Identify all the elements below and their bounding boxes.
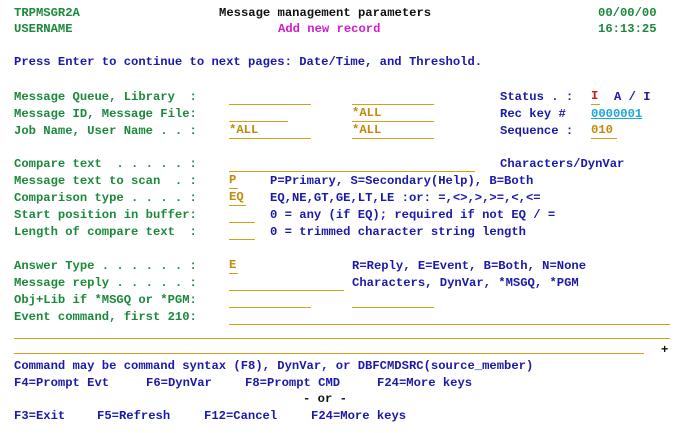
compare-input[interactable] — [229, 156, 475, 172]
msgfile-input[interactable]: *ALL — [352, 106, 434, 122]
comptype-label: Comparison type . . . . : — [14, 191, 197, 205]
status-label: Status . : — [500, 90, 574, 104]
f6-key[interactable]: F6=DynVar — [146, 375, 212, 392]
date-display: 00/00/00 — [598, 6, 657, 20]
command-note: Command may be command syntax (F8), DynV… — [14, 359, 534, 373]
event-command-continuation[interactable] — [14, 338, 670, 339]
length-hint: 0 = trimmed character string length — [270, 225, 526, 239]
startpos-label: Start position in buffer: — [14, 208, 197, 222]
job-input[interactable]: *ALL — [229, 123, 311, 139]
f24-key-2[interactable]: F24=More keys — [311, 408, 406, 425]
scan-label: Message text to scan . : — [14, 174, 197, 188]
comptype-input[interactable]: EQ — [229, 190, 246, 206]
comptype-hint: EQ,NE,GT,GE,LT,LE :or: =,<>,>,>=,<,<= — [270, 191, 541, 205]
event-command-input[interactable] — [229, 309, 670, 325]
compare-hint: Characters/DynVar — [500, 157, 625, 171]
msgid-label: Message ID, Message File: — [14, 107, 197, 121]
f3-key[interactable]: F3=Exit — [14, 408, 65, 425]
library-input[interactable] — [352, 292, 434, 308]
scan-input[interactable]: P — [229, 173, 238, 189]
f24-key[interactable]: F24=More keys — [377, 375, 472, 392]
status-input[interactable]: I — [591, 89, 600, 105]
status-hint: A / I — [614, 90, 651, 104]
msgid-input[interactable] — [229, 106, 288, 122]
f4-key[interactable]: F4=Prompt Evt — [14, 375, 109, 392]
event-label: Event command, first 210: — [14, 310, 197, 324]
program-name: TRPMSGR2A — [14, 6, 80, 20]
event-command-continuation-2[interactable] — [14, 353, 644, 354]
reply-input[interactable] — [229, 275, 344, 291]
f8-key[interactable]: F8=Prompt CMD — [245, 375, 340, 392]
job-label: Job Name, User Name . . : — [14, 124, 197, 138]
reckey-label: Rec key # — [500, 107, 566, 121]
msgq-label: Message Queue, Library : — [14, 90, 197, 104]
msgq-input[interactable] — [229, 89, 311, 105]
reply-label: Message reply . . . . . : — [14, 276, 197, 290]
time-display: 16:13:25 — [598, 22, 657, 36]
answer-label: Answer Type . . . . . . : — [14, 259, 197, 273]
sequence-input[interactable]: 010 — [591, 123, 617, 139]
screen-subtitle: Add new record — [278, 22, 381, 36]
answer-hint: R=Reply, E=Event, B=Both, N=None — [352, 259, 587, 273]
more-indicator: + — [661, 343, 669, 357]
or-separator: - or - — [303, 392, 347, 406]
sequence-label: Sequence : — [500, 124, 574, 138]
objlib-label: Obj+Lib if *MSGQ or *PGM: — [14, 293, 197, 307]
scan-hint: P=Primary, S=Secondary(Help), B=Both — [270, 174, 534, 188]
startpos-input[interactable] — [229, 207, 255, 223]
screen-title: Message management parameters — [219, 6, 432, 20]
instructions: Press Enter to continue to next pages: D… — [14, 55, 483, 69]
reply-hint: Characters, DynVar, *MSGQ, *PGM — [352, 276, 579, 290]
object-input[interactable] — [229, 292, 311, 308]
user-input[interactable]: *ALL — [352, 123, 434, 139]
length-input[interactable] — [229, 224, 255, 240]
msgq-library-input[interactable] — [352, 89, 434, 105]
f5-key[interactable]: F5=Refresh — [97, 408, 170, 425]
compare-label: Compare text . . . . . : — [14, 157, 197, 171]
startpos-hint: 0 = any (if EQ); required if not EQ / = — [270, 208, 556, 222]
reckey-value: 0000001 — [591, 107, 643, 121]
answer-input[interactable]: E — [229, 258, 238, 274]
length-label: Length of compare text : — [14, 225, 197, 239]
f12-key[interactable]: F12=Cancel — [204, 408, 277, 425]
user-name: USERNAME — [14, 22, 73, 36]
